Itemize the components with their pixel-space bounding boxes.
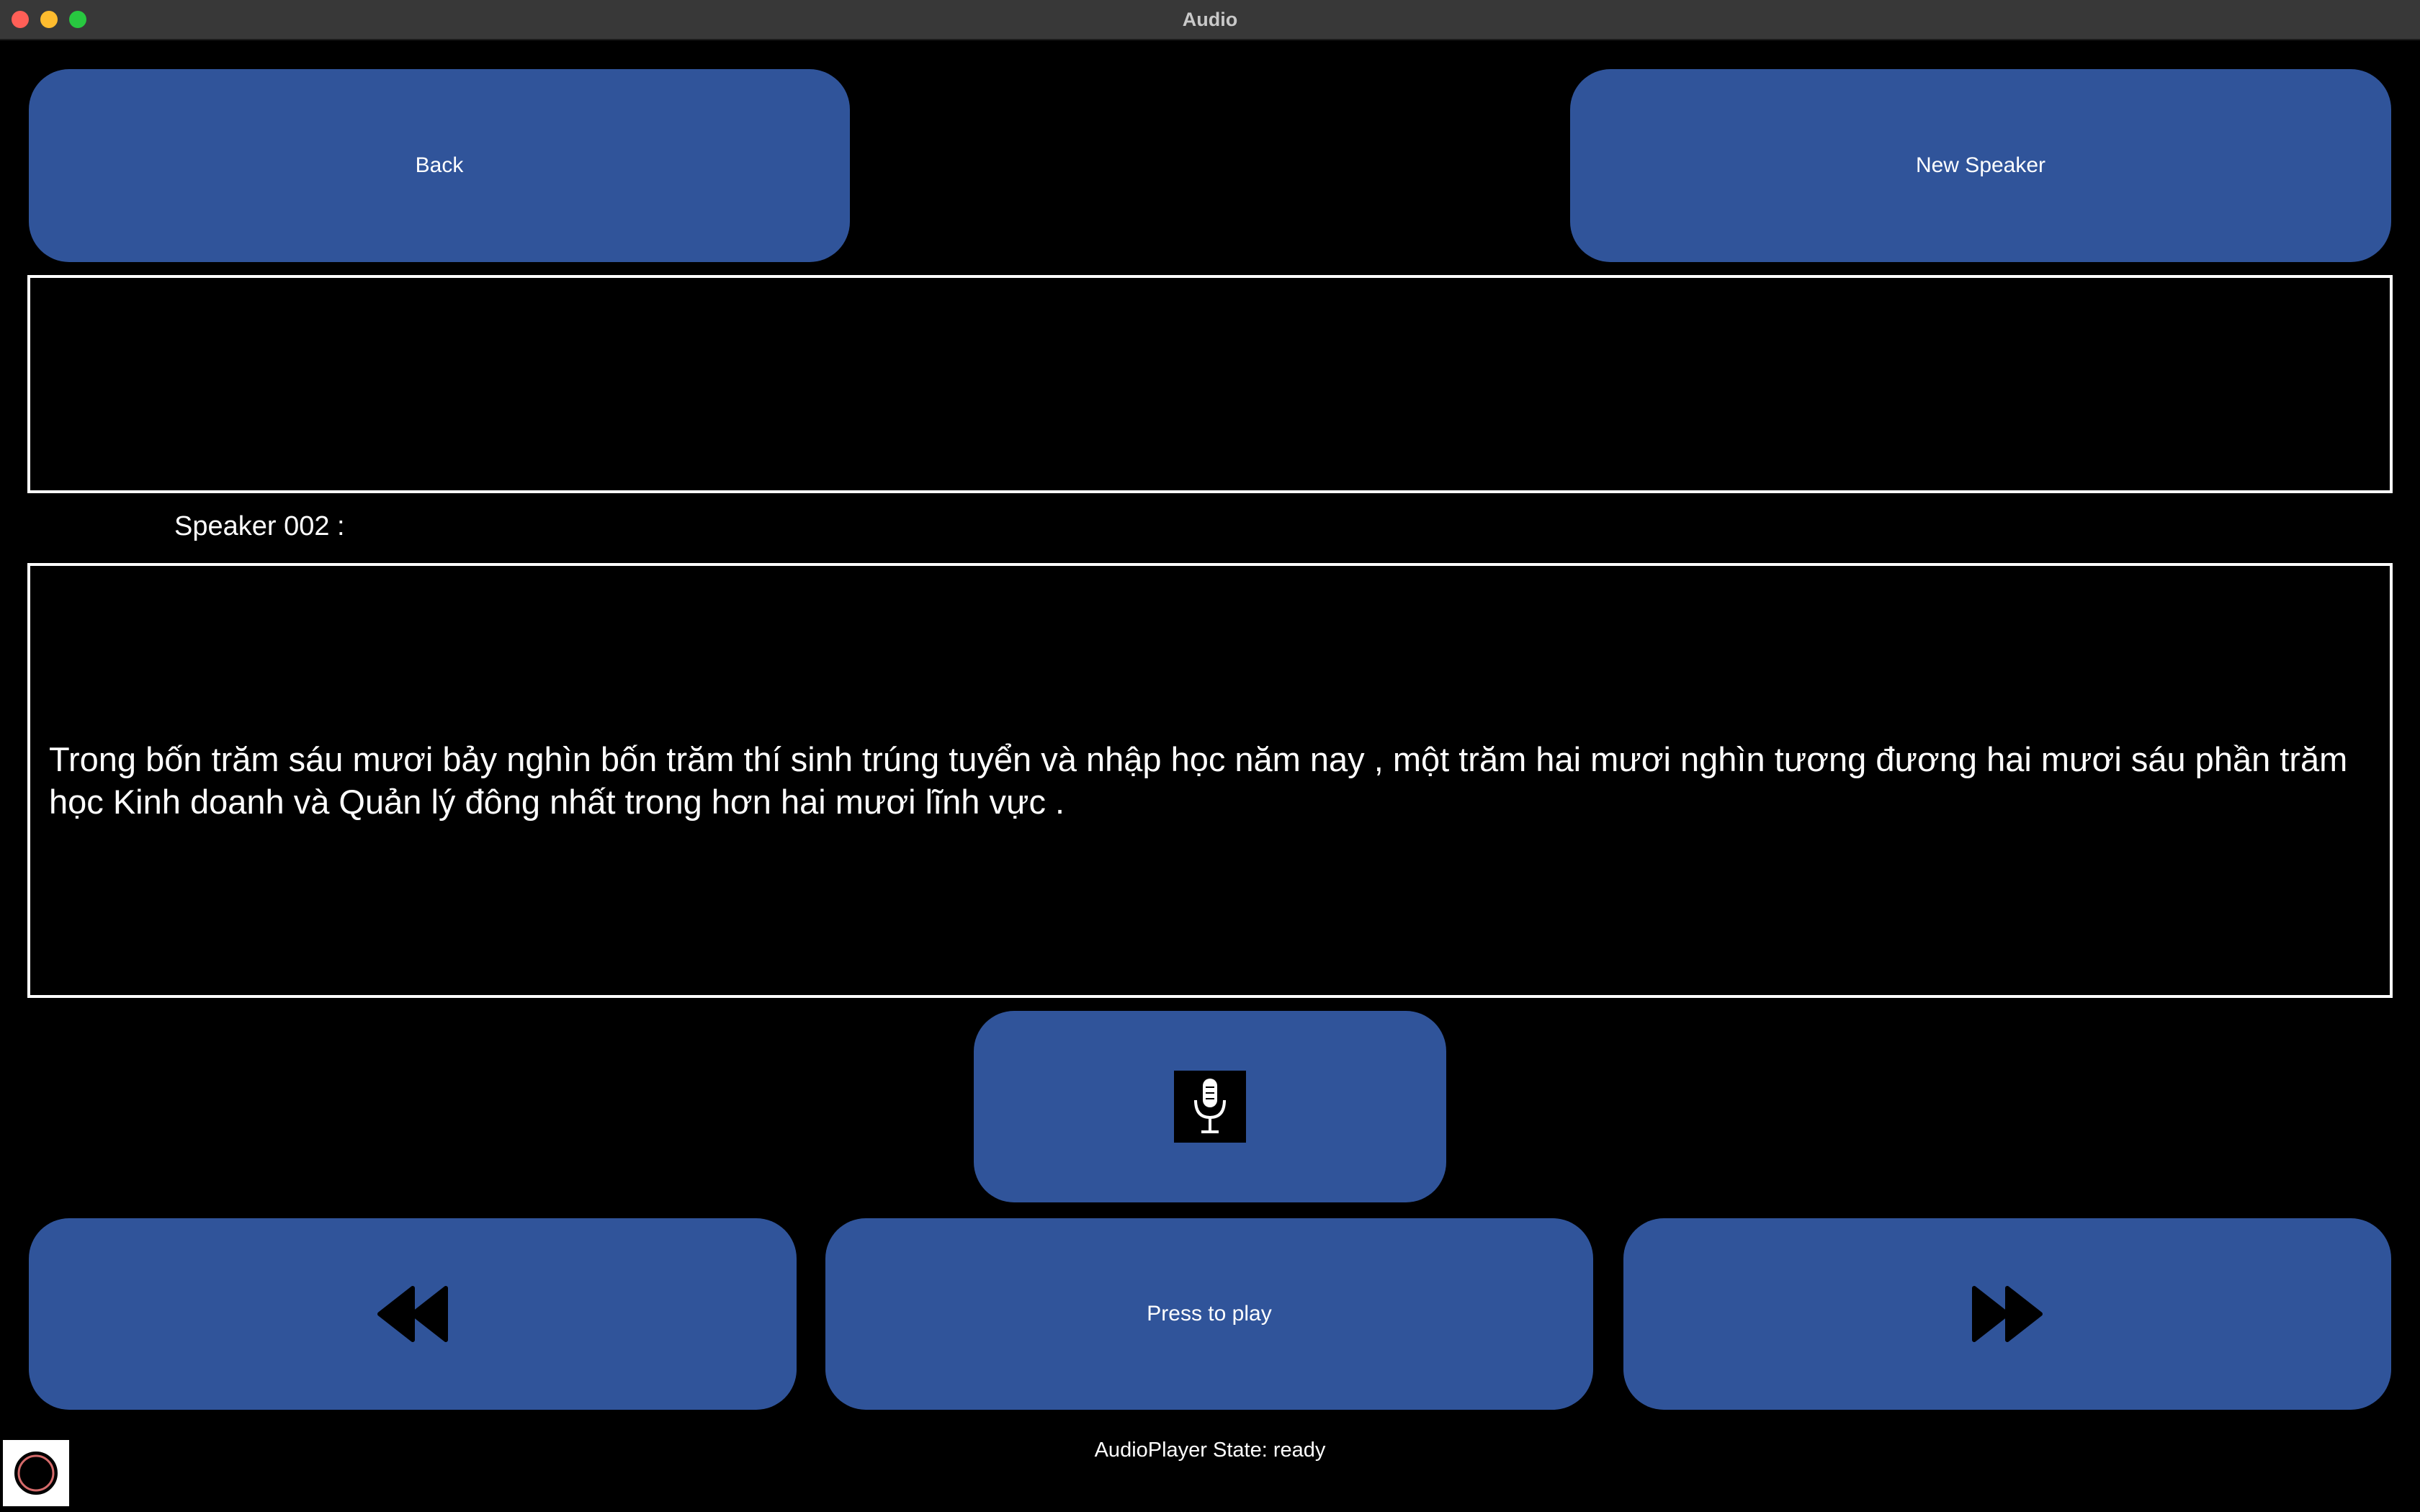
- rewind-icon: [377, 1286, 448, 1342]
- transcript-panel: Trong bốn trăm sáu mươi bảy nghìn bốn tr…: [27, 563, 2393, 998]
- player-status: AudioPlayer State: ready: [1094, 1439, 1326, 1462]
- speaker-label: Speaker 002 :: [174, 511, 345, 541]
- fast-forward-button[interactable]: [1623, 1218, 2391, 1410]
- back-button[interactable]: Back: [29, 69, 850, 262]
- microphone-icon: [1174, 1071, 1246, 1143]
- window-title: Audio: [1182, 9, 1238, 30]
- record-button[interactable]: [974, 1011, 1446, 1202]
- play-button[interactable]: Press to play: [825, 1218, 1593, 1410]
- new-speaker-button[interactable]: New Speaker: [1570, 69, 2391, 262]
- record-toggle[interactable]: [3, 1440, 69, 1506]
- transcript-text: Trong bốn trăm sáu mươi bảy nghìn bốn tr…: [49, 740, 2348, 821]
- app-window: Audio Back New Speaker Speaker 002 : Tro…: [0, 0, 2420, 1512]
- fast-forward-icon: [1972, 1286, 2043, 1342]
- top-text-panel: [27, 275, 2393, 493]
- title-bar: Audio: [0, 0, 2420, 40]
- rewind-button[interactable]: [29, 1218, 797, 1410]
- record-circle-icon: [14, 1452, 58, 1495]
